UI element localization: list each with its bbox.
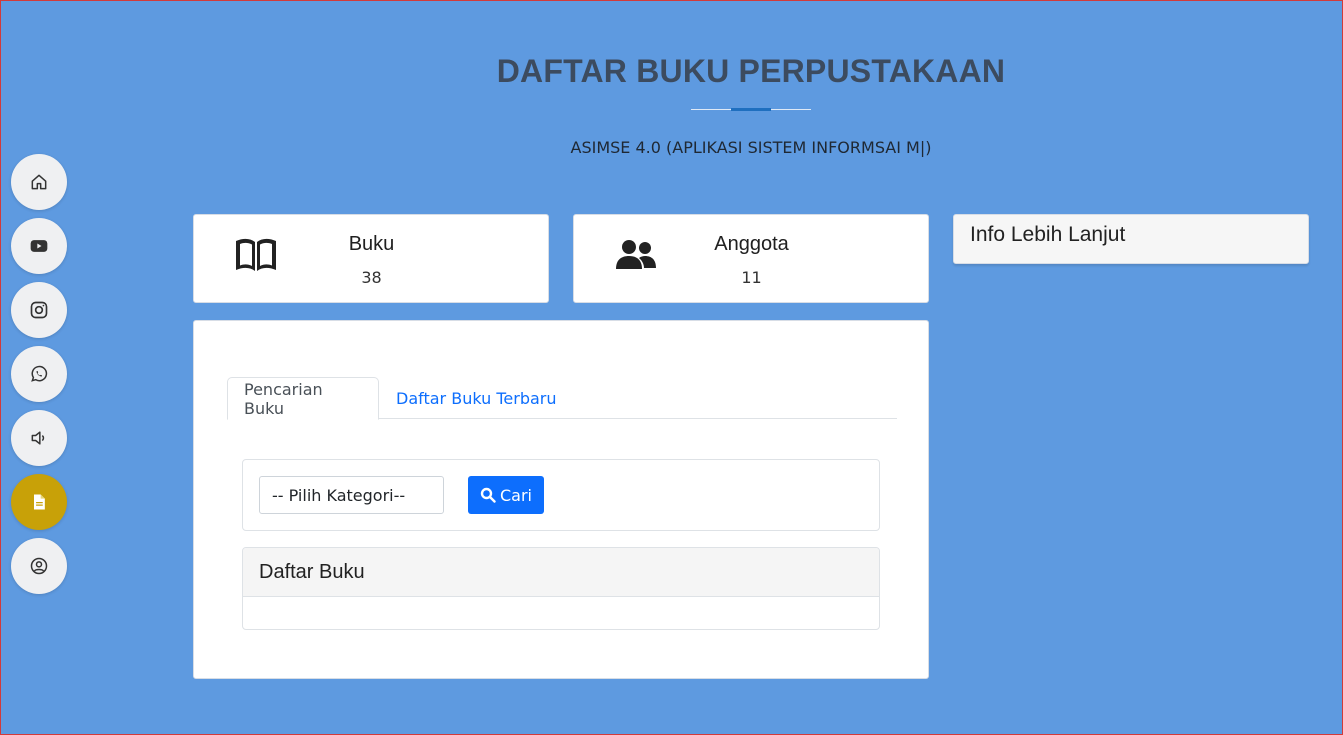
search-icon: [480, 487, 496, 503]
nav-speaker-button[interactable]: [11, 410, 67, 466]
instagram-icon: [30, 301, 48, 319]
info-card-title: Info Lebih Lanjut: [970, 223, 1126, 246]
book-icon: [236, 238, 276, 271]
tab-daftar-buku-terbaru[interactable]: Daftar Buku Terbaru: [380, 377, 573, 419]
category-select[interactable]: -- Pilih Kategori--: [259, 476, 444, 514]
main-panel: Pencarian Buku Daftar Buku Terbaru -- Pi…: [193, 320, 929, 679]
page-subtitle: ASIMSE 4.0 (APLIKASI SISTEM INFORMSAI M|…: [570, 138, 932, 157]
title-divider: [691, 104, 811, 116]
document-icon: [34, 494, 45, 510]
members-stat-card: Anggota 11: [573, 214, 929, 303]
nav-user-button[interactable]: [11, 538, 67, 594]
page-header: DAFTAR BUKU PERPUSTAKAAN ASIMSE 4.0 (APL…: [301, 53, 1201, 157]
search-box: -- Pilih Kategori-- Cari: [242, 459, 880, 531]
books-stat-value: 38: [361, 268, 382, 287]
page-title: DAFTAR BUKU PERPUSTAKAAN: [496, 53, 1006, 89]
members-stat-label: Anggota: [714, 233, 789, 255]
book-list-title: Daftar Buku: [243, 548, 879, 597]
tab-pencarian-buku[interactable]: Pencarian Buku: [227, 377, 379, 420]
nav-whatsapp-button[interactable]: [11, 346, 67, 402]
side-nav: [11, 154, 67, 602]
books-stat-card: Buku 38: [193, 214, 549, 303]
youtube-icon: [30, 240, 48, 252]
search-button-label: Cari: [500, 485, 532, 505]
nav-instagram-button[interactable]: [11, 282, 67, 338]
home-icon: [31, 174, 47, 190]
users-icon: [616, 240, 656, 269]
speaker-icon: [31, 431, 45, 445]
whatsapp-icon: [31, 365, 48, 382]
book-list-panel: Daftar Buku: [242, 547, 880, 630]
info-card: Info Lebih Lanjut: [953, 214, 1309, 264]
members-stat-value: 11: [741, 268, 762, 287]
nav-home-button[interactable]: [11, 154, 67, 210]
nav-youtube-button[interactable]: [11, 218, 67, 274]
tab-bar: Pencarian Buku Daftar Buku Terbaru: [227, 377, 897, 420]
nav-document-button[interactable]: [11, 474, 67, 530]
books-stat-label: Buku: [348, 233, 395, 255]
search-button[interactable]: Cari: [468, 476, 544, 514]
user-circle-icon: [30, 557, 48, 575]
